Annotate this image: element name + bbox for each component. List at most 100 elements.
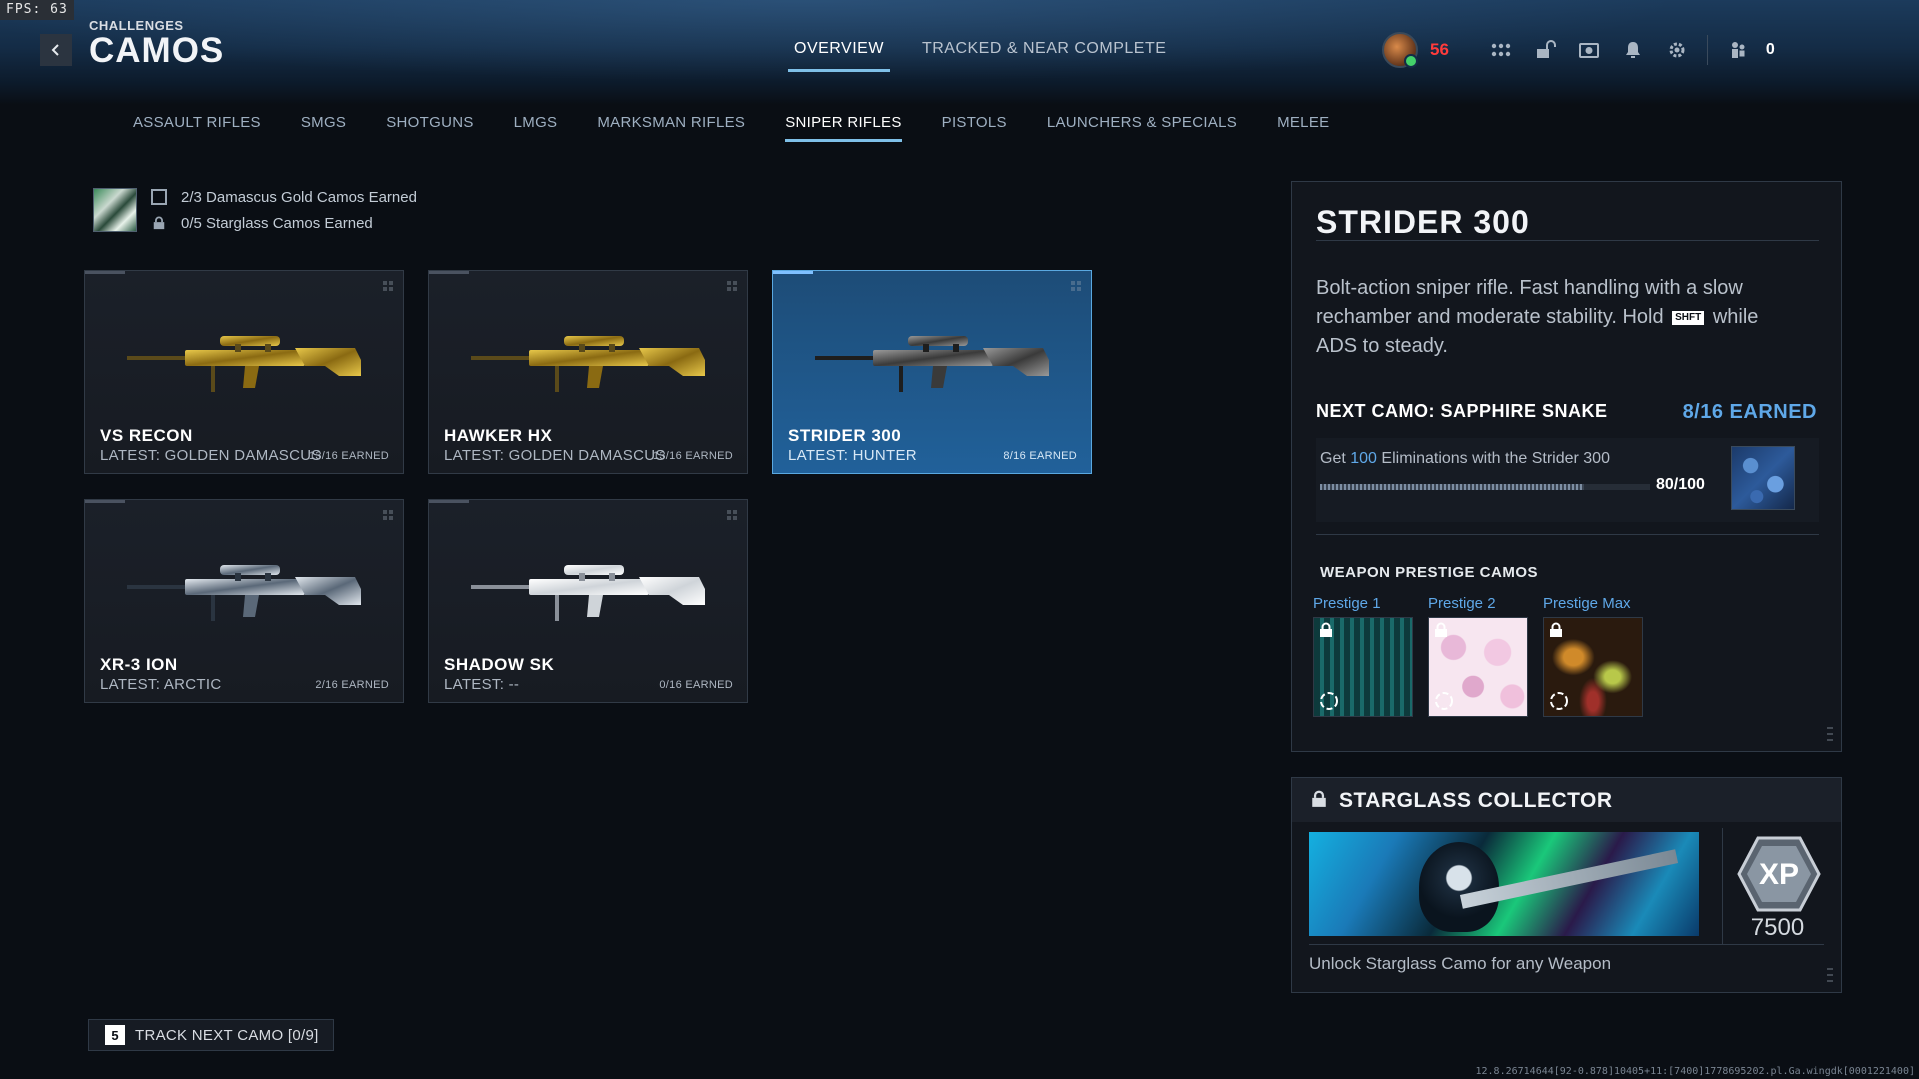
tab-sniper-rifles[interactable]: SNIPER RIFLES	[785, 114, 903, 142]
menu-grid-button[interactable]	[1479, 28, 1523, 72]
damascus-progress: 2/3 Damascus Gold Camos Earned	[151, 184, 417, 210]
tab-marksman-rifles[interactable]: MARKSMAN RIFLES	[597, 114, 745, 141]
weapon-card[interactable]: STRIDER 300 LATEST: HUNTER 8/16 EARNED	[772, 270, 1092, 474]
weapon-card[interactable]: VS RECON LATEST: GOLDEN DAMASCUS 13/16 EAR…	[84, 270, 404, 474]
key-prompt-shift: SHFT	[1672, 311, 1705, 325]
lock-icon	[1550, 622, 1562, 637]
settings-button[interactable]	[1655, 28, 1699, 72]
grid-icon	[1491, 43, 1511, 57]
prestige-camo-thumbnail	[1313, 617, 1413, 717]
tab-lmgs[interactable]: LMGS	[514, 114, 558, 141]
bell-icon	[1625, 42, 1640, 58]
challenge-target: 100	[1350, 450, 1377, 467]
tab-launchers-specials[interactable]: LAUNCHERS & SPECIALS	[1047, 114, 1237, 141]
svg-text:XP: XP	[1759, 858, 1799, 891]
unlocks-button[interactable]	[1523, 28, 1567, 72]
tab-shotguns[interactable]: SHOTGUNS	[386, 114, 473, 141]
card-grid-icon	[383, 510, 393, 520]
category-tabs: ASSAULT RIFLES SMGS SHOTGUNS LMGS MARKSM…	[133, 114, 1329, 142]
challenge-prefix: Get	[1320, 450, 1346, 467]
prestige-label: Prestige 1	[1313, 595, 1381, 612]
starglass-collector-panel[interactable]: STARGLASS COLLECTOR XP 7500 Unlock Starg…	[1291, 777, 1842, 993]
card-grid-icon	[727, 510, 737, 520]
starglass-title: STARGLASS COLLECTOR	[1339, 789, 1613, 812]
checkbox-icon	[151, 189, 167, 205]
xp-badge-icon: XP	[1737, 836, 1821, 912]
tab-smgs[interactable]: SMGS	[301, 114, 346, 141]
challenge-progress-bar	[1320, 484, 1650, 490]
challenge-progress-fill	[1320, 484, 1584, 490]
tab-assault-rifles[interactable]: ASSAULT RIFLES	[133, 114, 261, 141]
mastery-progress-summary: 2/3 Damascus Gold Camos Earned 0/5 Starg…	[93, 184, 417, 236]
card-grid-icon	[727, 281, 737, 291]
prestige-emblem-icon	[1550, 692, 1568, 710]
build-info: 12.8.26714644[92-0.878]10405+11:[7400]17…	[1475, 1066, 1916, 1077]
chevron-left-icon	[51, 44, 59, 56]
mastery-camo-thumbnail	[93, 188, 137, 232]
lock-icon	[1312, 790, 1326, 807]
gear-icon	[1669, 42, 1685, 58]
next-camo-earned: 8/16 EARNED	[1682, 401, 1817, 423]
player-level: 56	[1430, 40, 1449, 59]
track-next-camo-button[interactable]: 5 TRACK NEXT CAMO [0/9]	[88, 1019, 334, 1051]
sniper-rifle-icon	[471, 336, 705, 392]
notifications-button[interactable]	[1611, 28, 1655, 72]
sapphire-snake-camo-preview[interactable]	[1731, 446, 1795, 510]
tab-tracked-near-complete[interactable]: TRACKED & NEAR COMPLETE	[922, 40, 1166, 66]
challenge-text: Get 100 Eliminations with the Strider 30…	[1320, 450, 1610, 468]
title-divider	[1316, 240, 1819, 241]
sniper-rifle-icon	[127, 565, 361, 621]
weapon-card[interactable]: HAWKER HX LATEST: GOLDEN DAMASCUS 13/16 EA…	[428, 270, 748, 474]
top-tabs: OVERVIEW TRACKED & NEAR COMPLETE	[788, 40, 1166, 72]
weapon-latest-camo: LATEST: GOLDEN DAMASCUS	[444, 447, 666, 464]
panel-handle-icon	[1827, 727, 1833, 741]
tab-pistols[interactable]: PISTOLS	[942, 114, 1007, 141]
prestige-label: Prestige Max	[1543, 595, 1631, 612]
player-rank-emblem[interactable]	[1382, 32, 1418, 68]
weapon-detail-panel: STRIDER 300 Bolt-action sniper rifle. Fa…	[1291, 181, 1842, 912]
starglass-reward-artwork	[1309, 832, 1699, 936]
prestige-camo-1[interactable]: Prestige 1	[1313, 595, 1413, 717]
starglass-divider	[1309, 944, 1824, 945]
camo-challenge[interactable]: Get 100 Eliminations with the Strider 30…	[1316, 438, 1819, 522]
weapon-name: SHADOW SK	[444, 655, 555, 674]
party-icon	[1731, 42, 1745, 58]
next-camo-label: NEXT CAMO: SAPPHIRE SNAKE	[1316, 401, 1608, 421]
weapon-latest-camo: LATEST: ARCTIC	[100, 676, 222, 693]
sniper-rifle-icon	[815, 336, 1049, 392]
prestige-camo-2[interactable]: Prestige 2	[1428, 595, 1528, 717]
lock-icon	[151, 215, 167, 231]
weapon-name: HAWKER HX	[444, 426, 553, 445]
camera-icon	[1578, 43, 1599, 58]
detail-weapon-title: STRIDER 300	[1316, 204, 1530, 240]
back-button[interactable]	[40, 34, 72, 66]
challenge-count: 80/100	[1656, 476, 1705, 493]
starglass-description: Unlock Starglass Camo for any Weapon	[1309, 954, 1612, 973]
weapon-card[interactable]: XR-3 ION LATEST: ARCTIC 2/16 EARNED	[84, 499, 404, 703]
weapon-latest-camo: LATEST: --	[444, 676, 520, 693]
weapon-earned-count: 13/16 EARNED	[308, 450, 389, 462]
weapon-latest-camo: LATEST: HUNTER	[788, 447, 917, 464]
party-button[interactable]	[1716, 28, 1760, 72]
weapon-card[interactable]: SHADOW SK LATEST: -- 0/16 EARNED	[428, 499, 748, 703]
card-accent	[773, 271, 813, 274]
page-title-group: CHALLENGES CAMOS	[89, 18, 224, 71]
tab-melee[interactable]: MELEE	[1277, 114, 1329, 141]
lock-icon	[1435, 622, 1447, 637]
prestige-camo-max[interactable]: Prestige Max	[1543, 595, 1643, 717]
card-grid-icon	[1071, 281, 1081, 291]
unlock-icon	[1536, 40, 1556, 58]
track-next-camo-label: TRACK NEXT CAMO [0/9]	[135, 1026, 319, 1044]
page-title: CAMOS	[89, 31, 225, 70]
weapon-earned-count: 0/16 EARNED	[659, 679, 733, 691]
theater-button[interactable]	[1567, 28, 1611, 72]
section-divider	[1316, 534, 1819, 535]
tab-overview[interactable]: OVERVIEW	[788, 40, 890, 72]
card-accent	[85, 271, 125, 274]
lock-icon	[1320, 622, 1332, 637]
starglass-progress: 0/5 Starglass Camos Earned	[151, 210, 417, 236]
prestige-emblem-icon	[1435, 692, 1453, 710]
prestige-section-title: WEAPON PRESTIGE CAMOS	[1320, 564, 1539, 581]
panel-handle-icon	[1827, 968, 1833, 982]
party-count: 0	[1765, 41, 1775, 58]
